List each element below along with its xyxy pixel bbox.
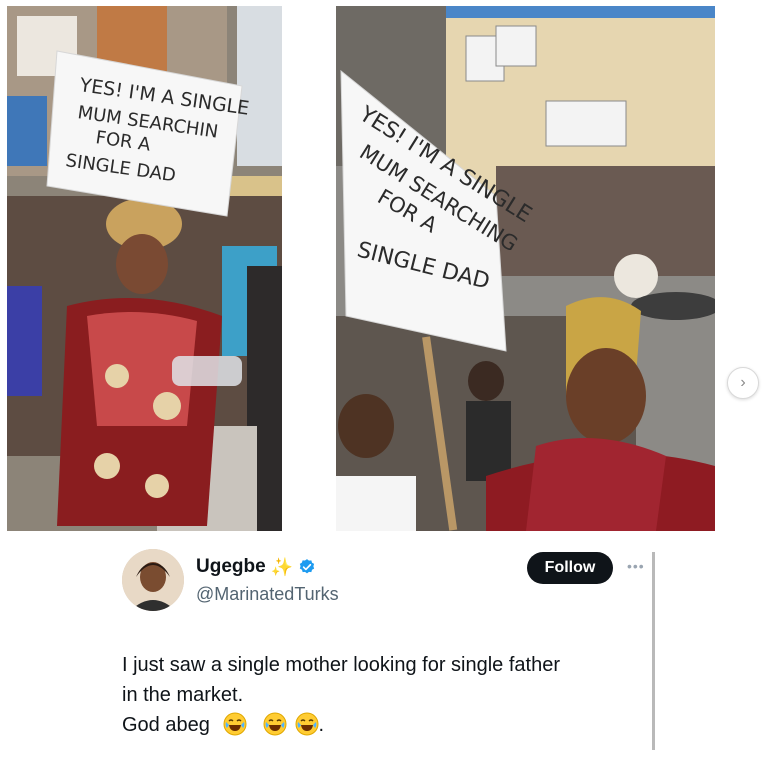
tweet-line-1: I just saw a single mother looking for s… <box>122 654 560 676</box>
chevron-right-icon: › <box>740 374 746 391</box>
sparkle-icon: ✨ <box>270 556 294 577</box>
tweet-line-3-text: God abeg <box>122 714 210 736</box>
face-with-tears-of-joy-icon <box>223 712 247 736</box>
tweet-card: Ugegbe ✨ @MarinatedTurks Follow ••• I ju… <box>0 538 768 768</box>
face-with-tears-of-joy-icon <box>263 712 287 736</box>
name-row: Ugegbe ✨ <box>196 556 316 578</box>
photo-left: YES! I'M A SINGLE MUM SEARCHIN FOR A SIN… <box>7 6 282 531</box>
tweet-line-2: in the market. <box>122 684 244 706</box>
face-with-tears-of-joy-icon <box>295 712 319 736</box>
verified-badge-icon <box>299 559 315 574</box>
tweet-trailing-punct: . <box>318 714 325 736</box>
carousel-next-button[interactable]: › <box>727 367 759 399</box>
avatar[interactable] <box>122 549 184 611</box>
tweet-text: I just saw a single mother looking for s… <box>122 650 652 740</box>
display-name[interactable]: Ugegbe <box>196 556 266 578</box>
vertical-divider <box>652 552 655 750</box>
more-options-icon[interactable]: ••• <box>627 558 645 574</box>
photo-right: YES! I'M A SINGLE MUM SEARCHING FOR A SI… <box>336 6 715 531</box>
tweet-line-3: God abeg . <box>122 710 652 740</box>
user-handle[interactable]: @MarinatedTurks <box>196 584 339 605</box>
follow-button[interactable]: Follow <box>527 552 613 584</box>
